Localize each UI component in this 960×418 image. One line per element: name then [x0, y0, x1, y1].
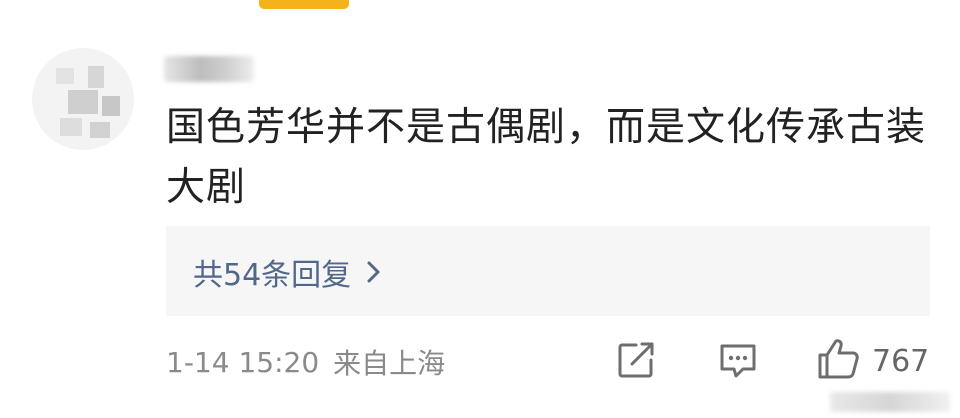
- username[interactable]: [164, 56, 254, 82]
- top-tab-indicator: [259, 0, 349, 9]
- watermark: [830, 392, 950, 412]
- like-button[interactable]: 767: [814, 334, 929, 388]
- avatar[interactable]: [32, 48, 134, 150]
- avatar-pixel: [56, 68, 74, 84]
- comment-text: 国色芳华并不是古偶剧，而是文化传承古装大剧: [166, 105, 927, 210]
- chevron-right-icon: [361, 257, 387, 287]
- reply-count-label: 共54条回复: [193, 258, 352, 293]
- avatar-pixel: [90, 122, 110, 138]
- comment-icon[interactable]: [716, 338, 760, 382]
- like-count: 767: [872, 343, 930, 379]
- avatar-pixel: [68, 90, 98, 114]
- avatar-pixel: [88, 66, 104, 88]
- thumbs-up-icon: [814, 335, 862, 387]
- comment-meta: 1-14 15:20 来自上海: [166, 340, 445, 384]
- avatar-pixel: [102, 96, 120, 116]
- view-replies-link[interactable]: 共54条回复: [193, 248, 387, 296]
- avatar-pixel: [60, 118, 82, 136]
- timestamp: 1-14 15:20: [166, 345, 320, 379]
- location: 来自上海: [333, 347, 446, 380]
- share-icon[interactable]: [614, 338, 658, 382]
